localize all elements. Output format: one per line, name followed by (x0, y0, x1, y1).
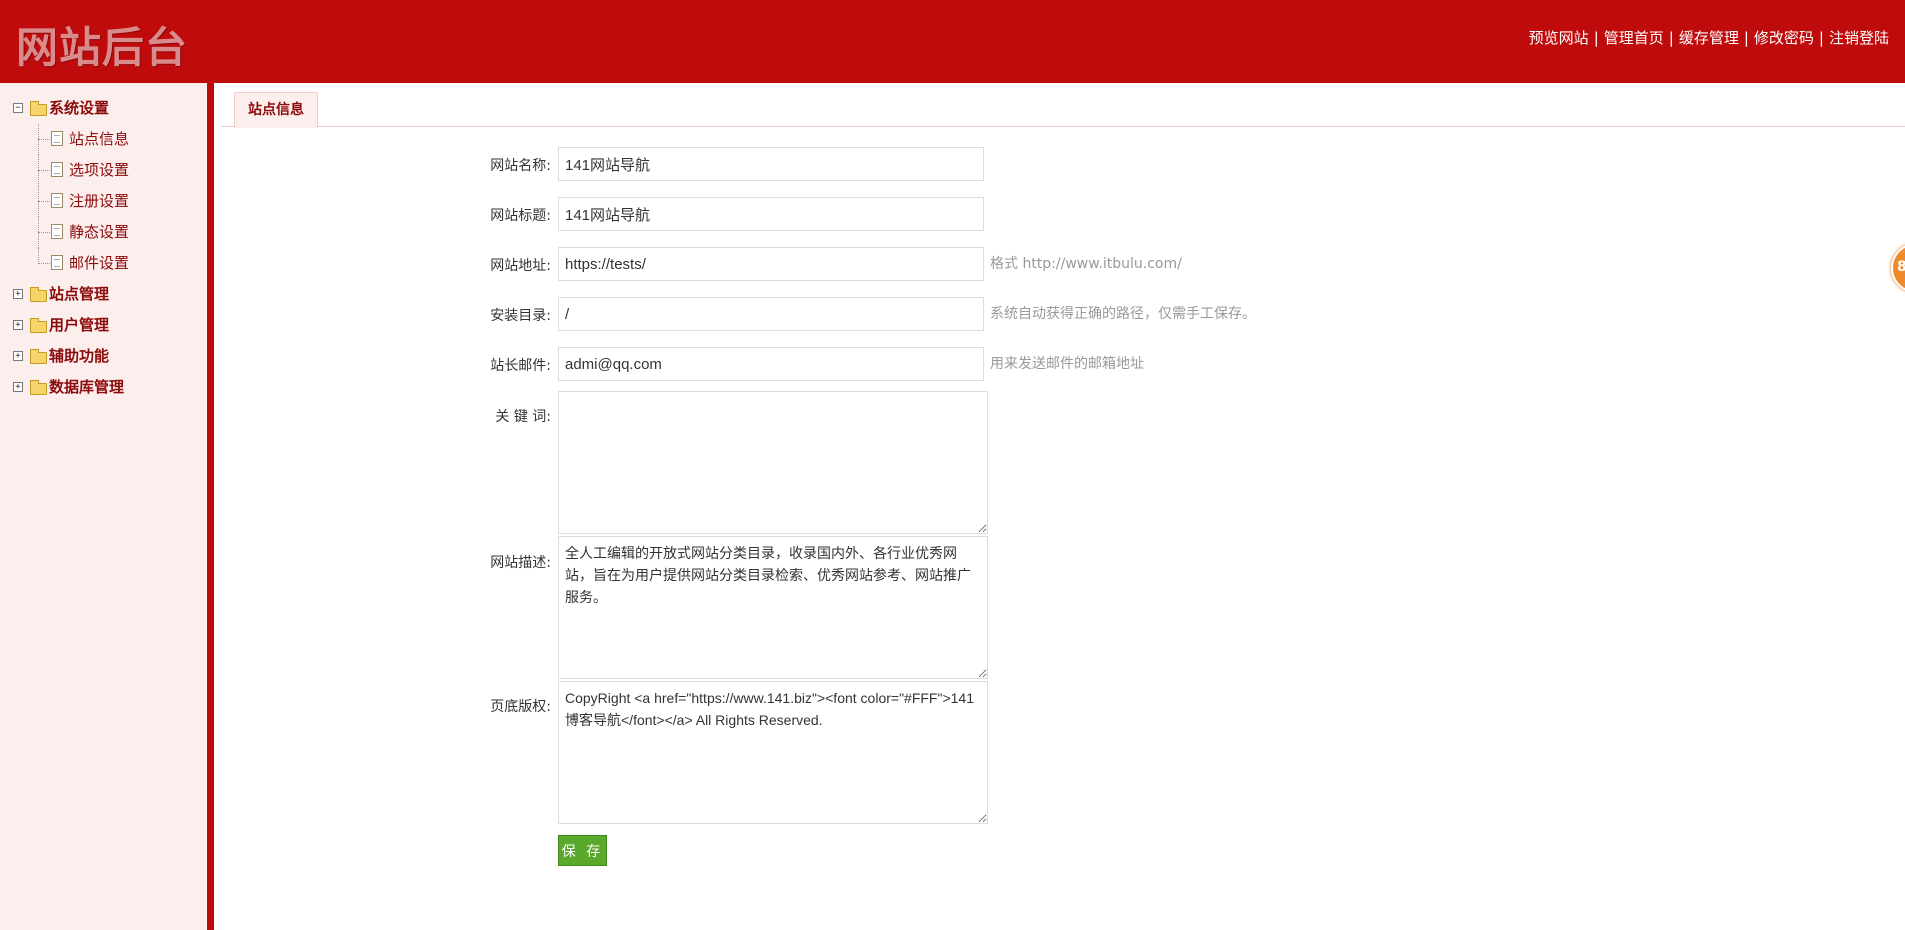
document-icon (51, 193, 63, 208)
document-icon (51, 131, 63, 146)
tree-node-label[interactable]: 系统设置 (49, 93, 109, 124)
form-row-copyright: 页底版权: CopyRight <a href="https://www.141… (221, 681, 1321, 827)
nav-separator: | (1743, 29, 1749, 47)
install-dir-label: 安装目录: (490, 308, 551, 324)
document-icon (51, 224, 63, 239)
sidebar-tree: − 系统设置 站点信息 选项设置 注册设置 静态设置 邮件设置 + 站点管理 +… (10, 93, 210, 403)
site-title-label: 网站标题: (490, 208, 551, 224)
tab-bar: 站点信息 (221, 83, 1905, 128)
expand-icon[interactable]: + (13, 382, 23, 392)
description-textarea[interactable]: 全人工编辑的开放式网站分类目录，收录国内外、各行业优秀网站，旨在为用户提供网站分… (558, 536, 988, 679)
form-row-keywords: 关 键 词: (221, 391, 1321, 537)
expand-icon[interactable]: + (13, 351, 23, 361)
tree-node-label[interactable]: 数据库管理 (49, 372, 124, 403)
nav-separator: | (1818, 29, 1824, 47)
site-logo: 网站后台 (16, 23, 189, 72)
document-icon (51, 255, 63, 270)
tree-item-label[interactable]: 注册设置 (69, 186, 129, 217)
tree-line (38, 170, 50, 171)
form-row-install-dir: 安装目录: 系统自动获得正确的路径，仅需手工保存。 (221, 296, 1321, 332)
tree-item-option-settings[interactable]: 选项设置 (10, 155, 210, 186)
tree-item-label[interactable]: 选项设置 (69, 155, 129, 186)
tree-item-label[interactable]: 静态设置 (69, 217, 129, 248)
nav-separator: | (1668, 29, 1674, 47)
tree-node-label[interactable]: 用户管理 (49, 310, 109, 341)
site-url-hint: 格式 http://www.itbulu.com/ (990, 256, 1182, 272)
expand-icon[interactable]: + (13, 289, 23, 299)
form-row-site-title: 网站标题: (221, 196, 1321, 232)
admin-email-input[interactable] (558, 347, 984, 381)
tree-children-system-settings: 站点信息 选项设置 注册设置 静态设置 邮件设置 (10, 124, 210, 279)
tree-node-label[interactable]: 辅助功能 (49, 341, 109, 372)
document-icon (51, 162, 63, 177)
nav-separator: | (1593, 29, 1599, 47)
tree-item-site-info[interactable]: 站点信息 (10, 124, 210, 155)
tree-node-label[interactable]: 站点管理 (49, 279, 109, 310)
save-button[interactable]: 保 存 (558, 835, 607, 866)
tree-item-mail-settings[interactable]: 邮件设置 (10, 248, 210, 279)
change-password-link[interactable]: 修改密码 (1754, 29, 1814, 47)
admin-email-label: 站长邮件: (490, 358, 551, 374)
copyright-label: 页底版权: (490, 699, 551, 715)
folder-icon (30, 318, 47, 333)
form-row-admin-email: 站长邮件: 用来发送邮件的邮箱地址 (221, 346, 1321, 382)
form-row-description: 网站描述: 全人工编辑的开放式网站分类目录，收录国内外、各行业优秀网站，旨在为用… (221, 536, 1321, 682)
folder-open-icon (30, 101, 47, 116)
tree-line (38, 232, 50, 233)
site-name-input[interactable] (558, 147, 984, 181)
tree-line (38, 263, 50, 264)
main-content: 站点信息 网站名称: 网站标题: 网站地址: 格式 http://www.itb… (221, 83, 1905, 930)
top-header: 网站后台 预览网站 | 管理首页 | 缓存管理 | 修改密码 | 注销登陆 (0, 0, 1905, 83)
top-nav: 预览网站 | 管理首页 | 缓存管理 | 修改密码 | 注销登陆 (1529, 27, 1889, 48)
form-row-site-url: 网站地址: 格式 http://www.itbulu.com/ (221, 246, 1321, 282)
folder-icon (30, 380, 47, 395)
folder-icon (30, 287, 47, 302)
install-dir-hint: 系统自动获得正确的路径，仅需手工保存。 (990, 306, 1256, 322)
tab-site-info[interactable]: 站点信息 (234, 92, 318, 128)
copyright-textarea[interactable]: CopyRight <a href="https://www.141.biz">… (558, 681, 988, 824)
admin-home-link[interactable]: 管理首页 (1604, 29, 1664, 47)
keywords-label: 关 键 词: (495, 409, 551, 425)
cache-manage-link[interactable]: 缓存管理 (1679, 29, 1739, 47)
badge-text: 8 (1897, 259, 1905, 275)
tree-node-aux-functions[interactable]: + 辅助功能 (10, 341, 210, 372)
keywords-textarea[interactable] (558, 391, 988, 534)
tree-item-static-settings[interactable]: 静态设置 (10, 217, 210, 248)
tree-item-register-settings[interactable]: 注册设置 (10, 186, 210, 217)
logout-link[interactable]: 注销登陆 (1829, 29, 1889, 47)
site-url-label: 网站地址: (490, 258, 551, 274)
tree-item-label[interactable]: 邮件设置 (69, 248, 129, 279)
collapse-icon[interactable]: − (13, 103, 23, 113)
tree-line (38, 248, 39, 264)
tree-item-label[interactable]: 站点信息 (69, 124, 129, 155)
tree-node-user-manage[interactable]: + 用户管理 (10, 310, 210, 341)
site-title-input[interactable] (558, 197, 984, 231)
tree-node-database-manage[interactable]: + 数据库管理 (10, 372, 210, 403)
tree-line (38, 139, 50, 140)
form-row-site-name: 网站名称: (221, 146, 1321, 182)
expand-icon[interactable]: + (13, 320, 23, 330)
tree-node-system-settings[interactable]: − 系统设置 (10, 93, 210, 124)
preview-site-link[interactable]: 预览网站 (1529, 29, 1589, 47)
site-url-input[interactable] (558, 247, 984, 281)
install-dir-input[interactable] (558, 297, 984, 331)
description-label: 网站描述: (490, 555, 551, 571)
folder-icon (30, 349, 47, 364)
tree-line (38, 201, 50, 202)
admin-email-hint: 用来发送邮件的邮箱地址 (990, 356, 1144, 372)
sidebar: − 系统设置 站点信息 选项设置 注册设置 静态设置 邮件设置 + 站点管理 +… (0, 83, 214, 930)
site-name-label: 网站名称: (490, 158, 551, 174)
tree-node-site-manage[interactable]: + 站点管理 (10, 279, 210, 310)
